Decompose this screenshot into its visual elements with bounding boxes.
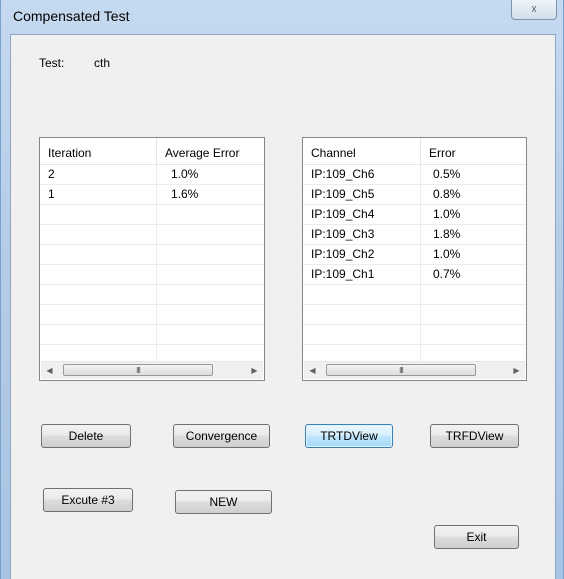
delete-button[interactable]: Delete [41,424,131,448]
table-cell: 1.0% [433,247,461,261]
empty-row [303,285,526,305]
table-cell [157,285,264,304]
table-cell [157,325,264,344]
table-cell [40,325,157,344]
channels-rows: IP:109_Ch6 0.5% IP:109_Ch5 0.8% IP:109_Ch4 1.… [303,165,526,365]
new-button[interactable]: NEW [175,490,272,514]
table-row[interactable]: IP:109_Ch2 1.0% [303,245,526,265]
column-header-channel[interactable]: Channel [303,138,421,164]
column-header-average-error[interactable]: Average Error [157,138,264,164]
exit-button[interactable]: Exit [434,525,519,549]
close-icon: ☓ [531,4,537,16]
window-title: Compensated Test [13,8,130,24]
table-cell [421,285,526,304]
table-cell [157,245,264,264]
table-cell: 0.8% [433,187,461,201]
channels-list-header: Channel Error [303,138,526,165]
table-cell [40,285,157,304]
table-cell [40,265,157,284]
excute-button[interactable]: Excute #3 [43,488,133,512]
table-cell [157,265,264,284]
table-cell: 0.7% [433,267,461,281]
table-cell: IP:109_Ch5 [303,185,421,204]
table-cell [303,285,421,304]
table-cell [157,205,264,224]
table-cell: 1.8% [433,227,461,241]
table-cell [303,305,421,324]
trtdview-button[interactable]: TRTDView [305,424,393,448]
table-row[interactable]: IP:109_Ch4 1.0% [303,205,526,225]
table-cell: 1.0% [433,207,461,221]
trfdview-button[interactable]: TRFDView [430,424,519,448]
iterations-list-header: Iteration Average Error [40,138,264,165]
table-row[interactable]: 2 1.0% [40,165,264,185]
table-cell [40,245,157,264]
table-cell: 1.0% [171,167,199,181]
scroll-right-icon[interactable]: ▶ [508,362,525,379]
channels-list[interactable]: Channel Error IP:109_Ch6 0.5% IP:109_Ch5 0.… [302,137,527,381]
iterations-rows: 2 1.0% 1 1.6% [40,165,264,365]
empty-row [40,245,264,265]
empty-row [40,305,264,325]
empty-row [40,285,264,305]
table-cell [421,305,526,324]
table-cell: 1.6% [171,187,199,201]
scroll-thumb[interactable]: III [63,364,213,376]
table-cell [421,325,526,344]
column-header-iteration[interactable]: Iteration [40,138,157,164]
table-cell: IP:109_Ch6 [303,165,421,184]
empty-row [40,325,264,345]
table-row[interactable]: 1 1.6% [40,185,264,205]
table-row[interactable]: IP:109_Ch1 0.7% [303,265,526,285]
close-button[interactable]: ☓ [511,0,557,20]
iterations-hscrollbar[interactable]: ◀ III ▶ [41,361,263,379]
table-row[interactable]: IP:109_Ch6 0.5% [303,165,526,185]
scroll-right-icon[interactable]: ▶ [246,362,263,379]
channels-hscrollbar[interactable]: ◀ III ▶ [304,361,525,379]
table-cell [40,305,157,324]
table-cell [40,225,157,244]
empty-row [40,225,264,245]
table-cell: 1 [40,185,157,204]
table-cell [303,325,421,344]
scroll-left-icon[interactable]: ◀ [304,362,321,379]
empty-row [40,265,264,285]
convergence-button[interactable]: Convergence [173,424,270,448]
table-cell: IP:109_Ch2 [303,245,421,264]
table-row[interactable]: IP:109_Ch3 1.8% [303,225,526,245]
table-cell: IP:109_Ch4 [303,205,421,224]
table-cell [157,225,264,244]
table-cell: 2 [40,165,157,184]
title-bar[interactable]: Compensated Test ☓ [1,0,564,34]
iterations-list[interactable]: Iteration Average Error 2 1.0% 1 1.6% ◀ III… [39,137,265,381]
empty-row [303,325,526,345]
empty-row [40,205,264,225]
test-label: Test: [39,56,65,70]
column-header-error[interactable]: Error [421,138,526,164]
scroll-thumb[interactable]: III [326,364,476,376]
compensated-test-window: Compensated Test ☓ Test: cth Iteration A… [0,0,564,579]
table-cell: 0.5% [433,167,461,181]
table-cell [40,205,157,224]
scroll-left-icon[interactable]: ◀ [41,362,58,379]
table-row[interactable]: IP:109_Ch5 0.8% [303,185,526,205]
table-cell: IP:109_Ch3 [303,225,421,244]
test-value: cth [94,56,111,70]
table-cell: IP:109_Ch1 [303,265,421,284]
table-cell [157,305,264,324]
empty-row [303,305,526,325]
